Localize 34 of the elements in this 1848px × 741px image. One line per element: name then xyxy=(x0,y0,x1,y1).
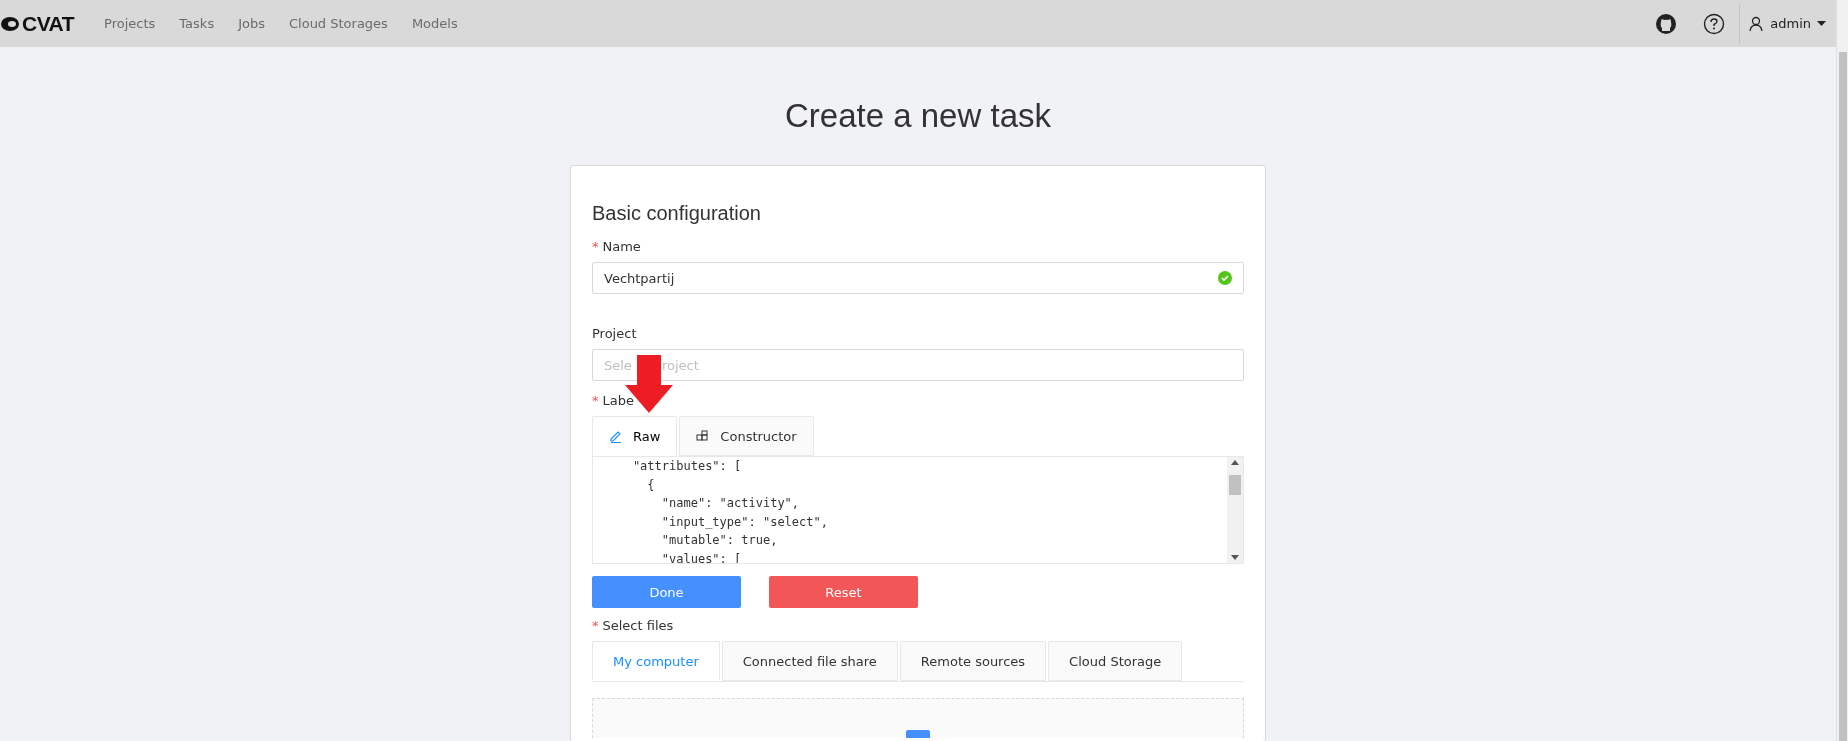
field-label: Name xyxy=(602,239,641,254)
source-tab[interactable]: Connected file share xyxy=(721,641,898,681)
user-icon xyxy=(1748,15,1765,32)
field-label: Project xyxy=(592,326,637,341)
field-label: Select files xyxy=(602,618,674,633)
nav-link[interactable]: Projects xyxy=(92,16,168,31)
source-tab[interactable]: Cloud Storage xyxy=(1048,641,1183,681)
help-icon[interactable] xyxy=(1703,12,1726,35)
label-tab[interactable]: Constructor xyxy=(679,416,814,456)
pencil-icon xyxy=(609,429,623,443)
caret-icon xyxy=(1817,20,1826,27)
source-tab[interactable]: Remote sources xyxy=(899,641,1047,681)
name-input[interactable]: Vechtpartij xyxy=(592,262,1244,294)
editor-scrollbar[interactable] xyxy=(1227,457,1243,563)
upload-icon xyxy=(906,730,930,738)
card-title: Basic configuration xyxy=(592,202,762,225)
page-scrollbar[interactable] xyxy=(1838,52,1847,741)
label-tab[interactable]: Raw xyxy=(592,416,678,456)
blocks-icon xyxy=(696,430,711,442)
nav-link[interactable]: Jobs xyxy=(226,16,277,31)
required-mark: * xyxy=(592,239,599,254)
nav-link[interactable]: Tasks xyxy=(167,16,227,31)
github-icon[interactable] xyxy=(1655,12,1678,35)
scroll-up-icon[interactable] xyxy=(1231,460,1239,465)
nav-link[interactable]: Cloud Storages xyxy=(277,16,400,31)
scroll-down-icon[interactable] xyxy=(1231,555,1239,560)
cvat-logo[interactable]: CVAT xyxy=(0,11,75,36)
nav-link[interactable]: Models xyxy=(399,16,470,31)
field-label: Labe xyxy=(602,393,634,408)
required-mark: * xyxy=(592,393,599,408)
user-menu[interactable]: admin xyxy=(1748,15,1836,32)
page-title: Create a new task xyxy=(785,97,1051,135)
required-mark: * xyxy=(592,618,599,633)
scroll-thumb[interactable] xyxy=(1229,475,1241,495)
